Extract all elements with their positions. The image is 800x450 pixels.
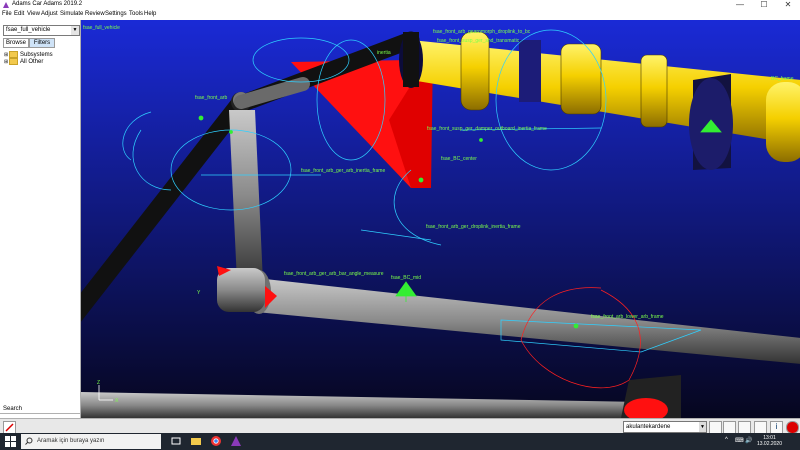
windows-start-icon[interactable]: [5, 436, 16, 447]
folder-icon: [9, 51, 18, 58]
keyboard-icon[interactable]: ⌨: [735, 437, 744, 444]
file-explorer-icon[interactable]: [190, 435, 202, 447]
menu-help[interactable]: Help: [144, 11, 156, 17]
label-11: BC_frame: [771, 76, 794, 82]
adams-taskbar-icon[interactable]: [230, 435, 242, 447]
menu-file[interactable]: File: [2, 11, 12, 17]
menu-simulate[interactable]: Simulate: [60, 11, 83, 17]
menu-settings[interactable]: Settings: [105, 11, 127, 17]
clock-date: 13.02.2020: [756, 441, 782, 447]
tray-overflow-icon[interactable]: ^: [725, 437, 728, 443]
adams-app-icon: [3, 2, 9, 8]
window-title: Adams Car Adams 2019.2: [12, 1, 83, 7]
chevron-down-icon[interactable]: ▼: [71, 26, 79, 35]
taskbar-search-placeholder: Aramak için buraya yazın: [37, 438, 105, 444]
browser-tree: ⊞ Subsystems ⊞ All Other: [4, 51, 53, 65]
label-1: fsae_front_arb_gearomorph_droplink_to_bc: [433, 29, 531, 35]
label-4: fsae_front_susp_ger_damper_outboard_iner…: [427, 126, 547, 132]
search-icon: [25, 437, 33, 445]
model-select[interactable]: fsae_full_vehicle ▼: [3, 25, 80, 36]
bar-clamp: [217, 268, 265, 312]
menu-review[interactable]: Review: [85, 11, 105, 17]
menu-tools[interactable]: Tools: [129, 11, 143, 17]
tree-item-label: All Other: [20, 59, 44, 66]
label-6: fsae_front_arb_ger_arb_inertia_frame: [301, 168, 385, 174]
tab-browse[interactable]: Browse: [3, 38, 29, 48]
label-2: fsae_front_susp_ger_shd_transmatic: [437, 38, 520, 44]
menu-bar: File Edit View Adjust Simulate Review Se…: [0, 10, 800, 20]
label-7: fsae_front_arb_ger_droplink_inertia_fram…: [426, 224, 521, 230]
chrome-icon[interactable]: [210, 435, 222, 447]
search-label: Search: [3, 406, 23, 412]
label-10: fsae_front_arb_lower_arb_frame: [591, 314, 664, 320]
label-12: inertia: [377, 50, 391, 56]
axis-label-z: Z: [97, 380, 100, 386]
taskbar-search-input[interactable]: Aramak için buraya yazın: [21, 434, 161, 449]
menu-view[interactable]: View: [27, 11, 40, 17]
model-select-value: fsae_full_vehicle: [6, 27, 51, 33]
label-5: fsae_BC_center: [441, 156, 477, 162]
label-9: fsae_BC_mid: [391, 275, 421, 281]
tree-item-subsystems[interactable]: ⊞ Subsystems: [4, 51, 53, 58]
windows-taskbar: Aramak için buraya yazın ^ ⌨ 🔊 13:01 13.…: [0, 433, 800, 450]
status-filter-select[interactable]: akulantekardene ▼: [623, 421, 707, 433]
volume-icon[interactable]: 🔊: [745, 437, 752, 444]
graphics-viewport[interactable]: fsae_full_vehicle fsae_front_arb_gearomo…: [81, 20, 800, 418]
viewport-scene[interactable]: fsae_full_vehicle fsae_front_arb_gearomo…: [81, 20, 800, 418]
close-button[interactable]: ✕: [776, 0, 800, 10]
chevron-down-icon[interactable]: ▼: [699, 422, 706, 432]
title-bar: Adams Car Adams 2019.2 — ☐ ✕: [0, 0, 800, 10]
tab-filters[interactable]: Filters: [29, 38, 55, 48]
minimize-button[interactable]: —: [728, 0, 752, 10]
menu-adjust[interactable]: Adjust: [41, 11, 58, 17]
taskbar-clock[interactable]: 13:01 13.02.2020: [757, 435, 782, 447]
viewport-model-label: fsae_full_vehicle: [83, 25, 120, 31]
label-8: fsae_front_arb_ger_arb_bar_angle_measure: [284, 271, 384, 277]
maximize-button[interactable]: ☐: [752, 0, 776, 10]
menu-edit[interactable]: Edit: [14, 11, 24, 17]
folder-icon: [9, 58, 18, 65]
status-filter-value: akulantekardene: [626, 424, 671, 430]
status-bar: akulantekardene ▼ i: [0, 418, 800, 434]
tree-item-all-other[interactable]: ⊞ All Other: [4, 58, 53, 65]
label-3: fsae_front_arb: [195, 95, 227, 101]
task-view-icon[interactable]: [170, 435, 182, 447]
model-browser-panel: fsae_full_vehicle ▼ Browse Filters ⊞ Subs…: [0, 20, 81, 422]
